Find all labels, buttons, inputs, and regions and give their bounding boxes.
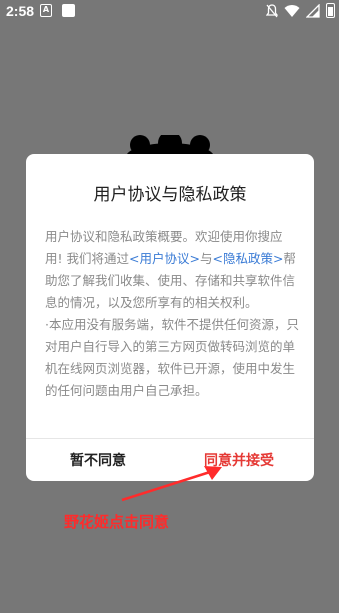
wifi-icon: [284, 4, 300, 17]
notifications-off-icon: [266, 3, 278, 17]
policy-paragraph-1: 用户协议和隐私政策概要。欢迎使用你搜应用! 我们将通过<用户协议>与<隐私政策>…: [45, 226, 299, 314]
status-icons: [266, 3, 335, 18]
dialog-title: 用户协议与隐私政策: [93, 185, 247, 205]
dialog-body[interactable]: 用户协议和隐私政策概要。欢迎使用你搜应用! 我们将通过<用户协议>与<隐私政策>…: [45, 226, 299, 418]
battery-icon: [326, 3, 335, 18]
paragraph-text: 与: [199, 251, 213, 266]
policy-paragraph-2: ·本应用没有服务端，软件不提供任何资源，只对用户自行导入的第三方网页做转码浏览的…: [45, 317, 299, 398]
status-bar: 2:58 A: [0, 0, 339, 22]
annotation-text: 野花姬点击同意: [64, 513, 170, 531]
notification-square-icon: [62, 4, 75, 17]
dialog-divider: [26, 438, 314, 439]
privacy-dialog: 用户协议与隐私政策 用户协议和隐私政策概要。欢迎使用你搜应用! 我们将通过<用户…: [26, 154, 314, 481]
privacy-policy-link[interactable]: <隐私政策>: [212, 251, 283, 266]
user-agreement-link[interactable]: <用户协议>: [129, 251, 200, 266]
signal-icon: [306, 3, 320, 18]
app-notification-icon: A: [40, 4, 52, 17]
annotation-arrow-icon: [121, 466, 222, 502]
status-time: 2:58: [6, 3, 35, 19]
